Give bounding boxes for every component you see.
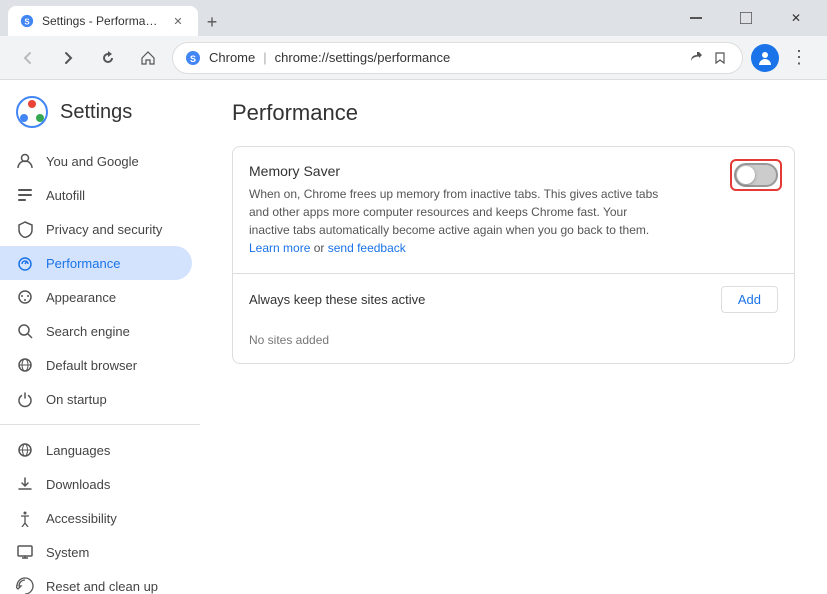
gauge-icon xyxy=(16,254,34,272)
sidebar-item-appearance[interactable]: Appearance xyxy=(0,280,192,314)
address-bar[interactable]: S Chrome | chrome://settings/performance xyxy=(172,42,743,74)
add-sites-button[interactable]: Add xyxy=(721,286,778,313)
sidebar-label-appearance: Appearance xyxy=(46,290,116,305)
sidebar-item-languages[interactable]: Languages xyxy=(0,433,192,467)
memory-saver-card: Memory Saver When on, Chrome frees up me… xyxy=(232,146,795,364)
back-icon xyxy=(20,50,36,66)
address-path: chrome://settings/performance xyxy=(275,50,678,65)
sidebar-label-you-google: You and Google xyxy=(46,154,139,169)
card-info: Memory Saver When on, Chrome frees up me… xyxy=(249,163,718,257)
sidebar-label-on-startup: On startup xyxy=(46,392,107,407)
sidebar-item-default-browser[interactable]: Default browser xyxy=(0,348,192,382)
tab-favicon: S xyxy=(20,14,34,28)
address-domain: Chrome xyxy=(209,50,255,65)
memory-saver-description: When on, Chrome frees up memory from ina… xyxy=(249,185,669,257)
home-button[interactable] xyxy=(132,42,164,74)
accessibility-icon xyxy=(16,509,34,527)
svg-text:S: S xyxy=(24,18,29,27)
always-active-section: Always keep these sites active Add xyxy=(233,273,794,325)
autofill-icon xyxy=(16,186,34,204)
main-content: Performance Memory Saver When on, Chrome… xyxy=(200,80,827,594)
sidebar-item-performance[interactable]: Performance xyxy=(0,246,192,280)
toggle-container[interactable] xyxy=(734,163,778,187)
download-icon xyxy=(16,475,34,493)
sidebar-item-search[interactable]: Search engine xyxy=(0,314,192,348)
share-icon[interactable] xyxy=(686,48,706,68)
person-icon xyxy=(16,152,34,170)
sidebar-label-default-browser: Default browser xyxy=(46,358,137,373)
address-separator: | xyxy=(263,50,266,65)
reload-icon xyxy=(100,50,116,66)
sidebar-divider-1 xyxy=(0,424,200,425)
forward-icon xyxy=(60,50,76,66)
reload-button[interactable] xyxy=(92,42,124,74)
address-icons xyxy=(686,48,730,68)
content-area: Settings You and Google Autofill Priv xyxy=(0,80,827,594)
toggle-knob xyxy=(737,166,755,184)
title-bar: S Settings - Performance ✕ + ✕ xyxy=(0,0,827,36)
active-tab[interactable]: S Settings - Performance ✕ xyxy=(8,6,198,36)
bookmark-icon[interactable] xyxy=(710,48,730,68)
sidebar-item-autofill[interactable]: Autofill xyxy=(0,178,192,212)
sidebar-item-reset[interactable]: Reset and clean up xyxy=(0,569,192,594)
sidebar-label-accessibility: Accessibility xyxy=(46,511,117,526)
sidebar-item-downloads[interactable]: Downloads xyxy=(0,467,192,501)
always-active-label: Always keep these sites active xyxy=(249,292,425,307)
send-feedback-link[interactable]: send feedback xyxy=(328,241,406,255)
nav-right: ⋮ xyxy=(751,42,815,74)
minimize-icon xyxy=(690,17,702,19)
no-sites-text: No sites added xyxy=(233,325,794,363)
globe-icon xyxy=(16,441,34,459)
browser-icon xyxy=(16,356,34,374)
system-icon xyxy=(16,543,34,561)
search-icon xyxy=(16,322,34,340)
sidebar-label-search: Search engine xyxy=(46,324,130,339)
sidebar-label-system: System xyxy=(46,545,89,560)
settings-title: Settings xyxy=(60,101,132,124)
sidebar: Settings You and Google Autofill Priv xyxy=(0,80,200,594)
window-controls: ✕ xyxy=(673,3,819,33)
memory-saver-title: Memory Saver xyxy=(249,163,718,179)
sidebar-label-performance: Performance xyxy=(46,256,120,271)
sidebar-item-system[interactable]: System xyxy=(0,535,192,569)
sidebar-label-autofill: Autofill xyxy=(46,188,85,203)
profile-avatar xyxy=(755,48,775,68)
tab-title: Settings - Performance xyxy=(42,14,162,28)
back-button[interactable] xyxy=(12,42,44,74)
desc-text-1: When on, Chrome frees up memory from ina… xyxy=(249,187,658,237)
settings-header: Settings xyxy=(0,88,200,144)
reset-icon xyxy=(16,577,34,594)
forward-button[interactable] xyxy=(52,42,84,74)
nav-bar: S Chrome | chrome://settings/performance xyxy=(0,36,827,80)
card-header: Memory Saver When on, Chrome frees up me… xyxy=(233,147,794,273)
maximize-icon xyxy=(740,12,752,24)
close-button[interactable]: ✕ xyxy=(773,3,819,33)
address-favicon: S xyxy=(185,50,201,66)
new-tab-button[interactable]: + xyxy=(198,8,226,36)
palette-icon xyxy=(16,288,34,306)
sidebar-label-downloads: Downloads xyxy=(46,477,110,492)
sidebar-item-on-startup[interactable]: On startup xyxy=(0,382,192,416)
memory-saver-toggle[interactable] xyxy=(734,163,778,187)
sidebar-item-accessibility[interactable]: Accessibility xyxy=(0,501,192,535)
tab-strip: S Settings - Performance ✕ + xyxy=(8,0,661,36)
sidebar-label-languages: Languages xyxy=(46,443,110,458)
browser-window: S Settings - Performance ✕ + ✕ xyxy=(0,0,827,594)
home-icon xyxy=(140,50,156,66)
maximize-button[interactable] xyxy=(723,3,769,33)
chrome-menu-button[interactable]: ⋮ xyxy=(783,42,815,74)
sidebar-item-you-google[interactable]: You and Google xyxy=(0,144,192,178)
shield-icon xyxy=(16,220,34,238)
minimize-button[interactable] xyxy=(673,3,719,33)
profile-button[interactable] xyxy=(751,44,779,72)
tab-close-button[interactable]: ✕ xyxy=(170,13,186,29)
sidebar-label-privacy: Privacy and security xyxy=(46,222,162,237)
page-title: Performance xyxy=(232,100,795,126)
power-icon xyxy=(16,390,34,408)
sidebar-item-privacy[interactable]: Privacy and security xyxy=(0,212,192,246)
svg-text:S: S xyxy=(190,54,196,64)
learn-more-link[interactable]: Learn more xyxy=(249,241,310,255)
sidebar-label-reset: Reset and clean up xyxy=(46,579,158,594)
settings-logo xyxy=(16,96,48,128)
